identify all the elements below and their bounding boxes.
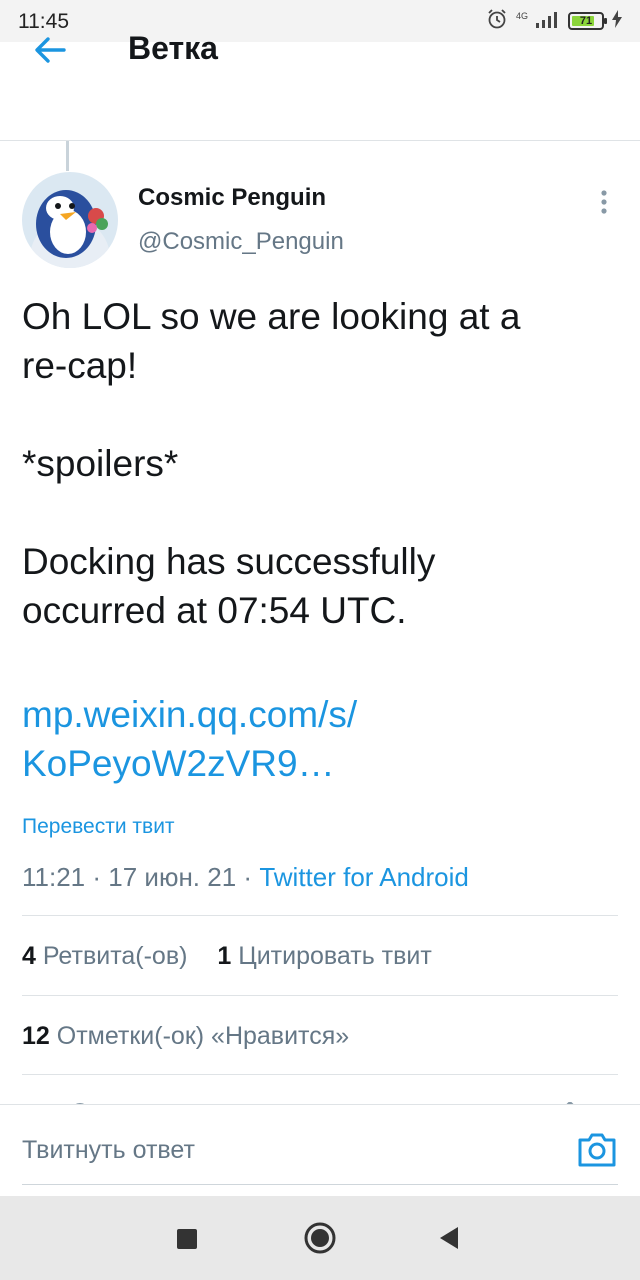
battery-icon: 71	[568, 12, 607, 30]
engagement-stats-row: 4 Ретвита(-ов) 1 Цитировать твит	[22, 942, 432, 971]
meta-separator: ·	[92, 862, 102, 892]
charging-icon	[612, 9, 622, 33]
avatar[interactable]	[22, 172, 118, 268]
more-options-button[interactable]	[594, 188, 614, 218]
tweet-source-link[interactable]: Twitter for Android	[259, 862, 469, 892]
tweet-link-line: KoPeyoW2zVR9…	[22, 743, 335, 784]
signal-icon	[536, 10, 560, 33]
meta-separator: ·	[243, 862, 253, 892]
network-type: 4G	[515, 11, 528, 21]
divider	[22, 995, 618, 996]
likes-stat[interactable]: 12 Отметки(-ок) «Нравится»	[22, 1022, 349, 1050]
back-arrow-icon	[35, 37, 66, 63]
tweet-metadata: 11:21 · 17 июн. 21 · Twitter for Android	[22, 862, 469, 893]
reply-input-underline	[22, 1184, 618, 1185]
display-name[interactable]: Cosmic Penguin	[138, 184, 326, 212]
tweet-text-line: *spoilers*	[22, 443, 179, 484]
nav-home-icon	[304, 1222, 336, 1254]
nav-home-button[interactable]	[303, 1221, 337, 1255]
quotes-count: 1	[217, 942, 232, 970]
tweet-time: 11:21	[22, 862, 86, 892]
penguin-avatar-image	[22, 172, 118, 268]
user-handle[interactable]: @Cosmic_Penguin	[138, 228, 344, 256]
tweet-text-line: re-cap!	[22, 345, 138, 386]
top-app-bar	[0, 42, 640, 141]
reply-input[interactable]: Твитнуть ответ	[22, 1136, 195, 1165]
back-button[interactable]	[30, 30, 70, 70]
camera-icon	[578, 1133, 616, 1167]
retweets-label: Ретвита(-ов)	[42, 942, 188, 970]
status-icons: 4G 71	[486, 8, 622, 35]
tweet-text-line: Oh LOL so we are looking at a	[22, 296, 521, 337]
nav-recents-button[interactable]	[176, 1228, 198, 1250]
tweet-link-line: mp.weixin.qq.com/s/	[22, 694, 358, 735]
more-vertical-icon	[601, 190, 607, 214]
alarm-icon	[486, 8, 508, 35]
nav-back-button[interactable]	[438, 1226, 460, 1250]
likes-stat-row: 12 Отметки(-ок) «Нравится»	[22, 1022, 349, 1051]
tweet-link[interactable]: mp.weixin.qq.com/s/ KoPeyoW2zVR9…	[22, 690, 612, 788]
tweet-text-line: Docking has successfully	[22, 541, 436, 582]
divider	[22, 915, 618, 916]
tweet-text-line: occurred at 07:54 UTC.	[22, 590, 407, 631]
nav-back-icon	[440, 1227, 458, 1249]
quotes-stat[interactable]: 1 Цитировать твит	[217, 942, 431, 970]
nav-recents-icon	[177, 1229, 197, 1249]
divider	[22, 1074, 618, 1075]
likes-label: Отметки(-ок) «Нравится»	[56, 1022, 350, 1050]
tweet-date: 17 июн. 21	[108, 862, 237, 892]
thread-connector-line	[66, 141, 69, 171]
camera-button[interactable]	[576, 1130, 618, 1170]
retweets-stat[interactable]: 4 Ретвита(-ов)	[22, 942, 187, 970]
quotes-label: Цитировать твит	[238, 942, 432, 970]
tweet-text: Oh LOL so we are looking at a re-cap! *s…	[22, 292, 612, 635]
likes-count: 12	[22, 1022, 50, 1050]
page-title: Ветка	[128, 30, 218, 66]
translate-tweet-link[interactable]: Перевести твит	[22, 815, 175, 839]
retweets-count: 4	[22, 942, 36, 970]
